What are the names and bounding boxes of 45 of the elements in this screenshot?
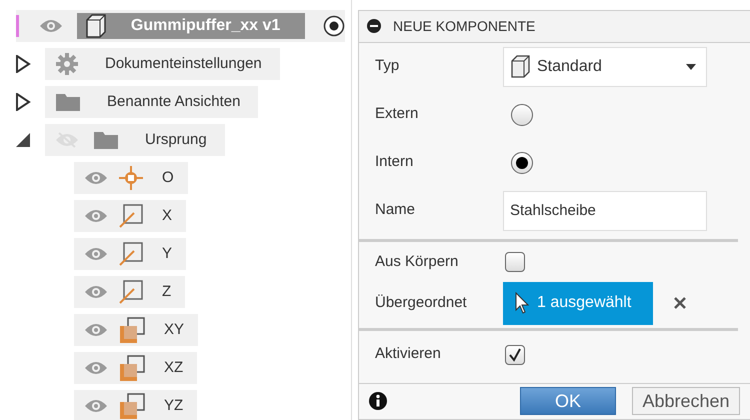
browser-item[interactable]: YZ [74,390,198,420]
folder-icon [93,130,119,150]
radio-button[interactable] [511,104,533,126]
type-dropdown[interactable]: Standard [503,46,707,87]
checkbox[interactable] [505,252,525,272]
field-label: Typ [374,56,400,76]
browser-item[interactable]: O [74,162,188,194]
browser-item[interactable]: Ursprung [45,124,225,156]
name-field[interactable]: Stahlscheibe [503,190,707,231]
browser-item[interactable]: XY [74,314,198,346]
axis-icon [118,203,144,229]
field-label: Extern [374,104,420,124]
browser-item[interactable]: X [74,200,186,232]
cursor-icon [515,292,529,314]
plane-icon [118,392,146,420]
plane-icon [118,354,146,382]
field-label: Aus Körpern [374,252,460,272]
cube-icon [509,54,531,79]
collapse-icon[interactable] [367,19,381,34]
radio-button-selected[interactable] [511,152,533,174]
expand-triangle-icon[interactable] [14,93,30,111]
cancel-button[interactable]: Abbrechen [632,387,740,416]
info-icon[interactable] [369,392,387,410]
caret-icon [686,64,696,70]
axis-icon [118,241,144,267]
active-radio-icon[interactable] [323,15,345,37]
origin-point-icon [118,165,144,191]
field-label: Übergeordnet [374,292,468,313]
field-label: Aktivieren [374,344,442,364]
plane-icon [118,316,146,344]
gear-icon [55,52,79,76]
dialog-header: NEUE KOMPONENTE [359,11,750,43]
clear-icon[interactable] [673,296,687,310]
checkbox-checked[interactable] [505,344,525,365]
collapse-triangle-icon[interactable] [14,132,30,148]
expand-triangle-icon[interactable] [14,55,30,73]
field-label: Intern [374,152,414,172]
axis-icon [118,279,144,305]
field-label: Name [374,200,416,220]
browser-item[interactable]: Benannte Ansichten [45,86,258,118]
browser-item[interactable]: Z [74,276,186,308]
browser-item[interactable]: Dokumenteinstellungen [45,48,280,80]
folder-icon [55,92,81,112]
browser-item[interactable]: Y [74,238,186,270]
browser-item[interactable]: XZ [74,352,198,384]
